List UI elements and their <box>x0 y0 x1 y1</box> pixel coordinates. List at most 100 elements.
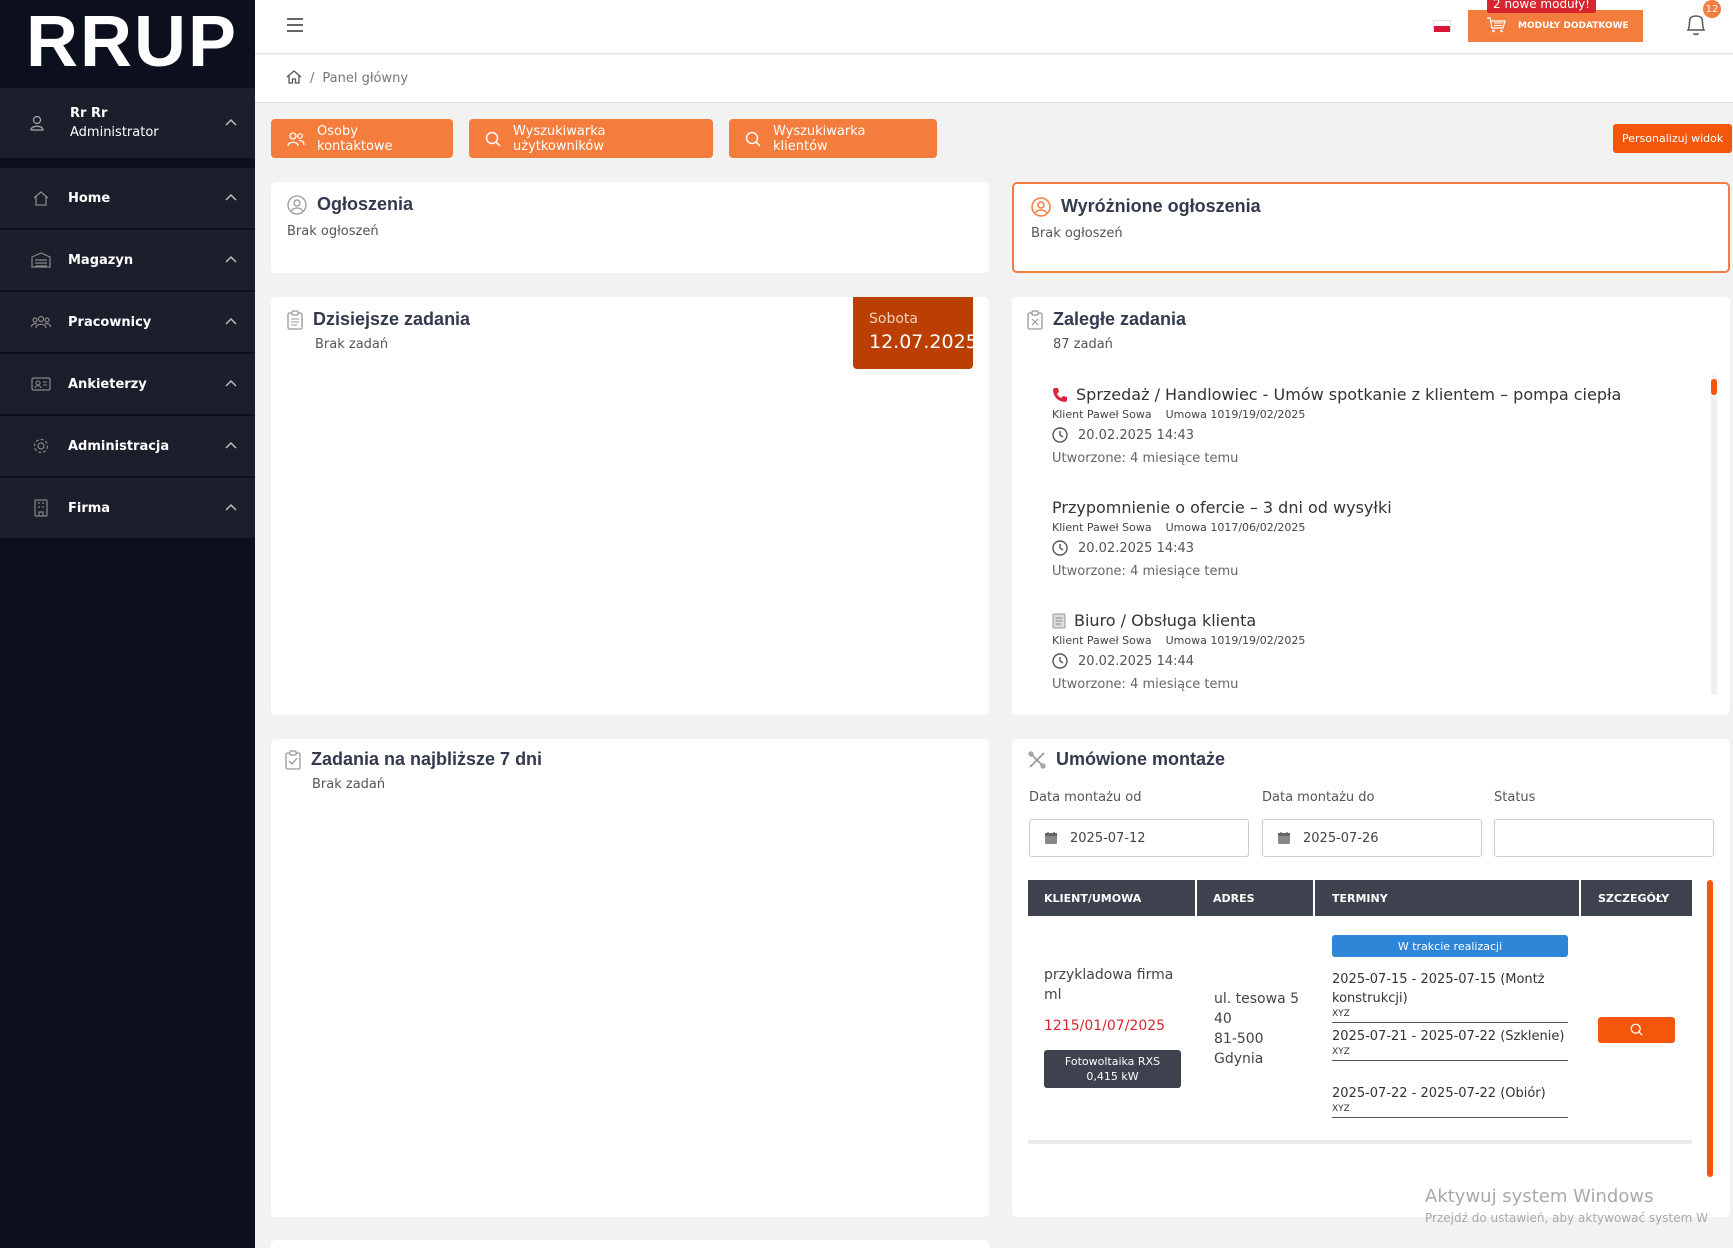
overdue-task-item[interactable]: Przypomnienie o ofercie – 3 dni od wysył… <box>1052 498 1392 579</box>
client-search-button[interactable]: Wyszukiwarka klientów <box>729 119 937 158</box>
task-datetime: 20.02.2025 14:43 <box>1078 540 1195 556</box>
sidebar-item-label: Ankieterzy <box>68 376 147 392</box>
calendar-icon <box>1044 831 1058 845</box>
users-icon <box>30 314 52 330</box>
home-breadcrumb-icon[interactable] <box>286 69 302 88</box>
hamburger-menu-icon[interactable] <box>287 18 303 32</box>
week-tasks-empty: Brak zadań <box>312 777 386 792</box>
column-header-client: KLIENT/UMOWA <box>1044 891 1142 905</box>
task-contract: Umowa 1019/19/02/2025 <box>1165 408 1306 421</box>
chevron-up-icon <box>225 317 237 325</box>
user-circle-icon <box>1031 196 1051 217</box>
overdue-tasks-card: Zaległe zadania 87 zadań Sprzedaż / Hand… <box>1012 297 1730 715</box>
next-card <box>271 1240 989 1248</box>
chevron-up-icon <box>225 503 237 511</box>
today-tasks-empty: Brak zadań <box>315 337 389 352</box>
overdue-task-item[interactable]: Sprzedaż / Handlowiec - Umów spotkanie z… <box>1052 385 1621 466</box>
today-date: 12.07.2025 <box>869 331 978 353</box>
task-title: Sprzedaż / Handlowiec - Umów spotkanie z… <box>1076 385 1622 404</box>
sidebar-item-label: Magazyn <box>68 252 134 268</box>
sidebar-item-label: Firma <box>68 500 111 516</box>
task-created: Utworzone: 4 miesiące temu <box>1052 451 1239 466</box>
sidebar-item-magazyn[interactable]: Magazyn <box>0 230 255 290</box>
sidebar-item-ankieterzy[interactable]: Ankieterzy <box>0 354 255 414</box>
chevron-up-icon <box>225 441 237 449</box>
overdue-scrollbar-thumb[interactable] <box>1711 379 1717 395</box>
windows-activation-watermark: Aktywuj system Windows Przejdź do ustawi… <box>1425 1186 1708 1225</box>
date-from-value: 2025-07-12 <box>1070 830 1146 846</box>
sidebar-item-firma[interactable]: Firma <box>0 478 255 538</box>
column-header-terms: TERMINY <box>1332 891 1388 905</box>
overdue-scrollbar[interactable] <box>1711 375 1717 695</box>
app-logo[interactable]: RRUP <box>0 0 255 84</box>
today-date-badge: Sobota 12.07.2025 <box>853 297 978 369</box>
overdue-task-item[interactable]: Biuro / Obsługa klienta Klient Paweł Sow… <box>1052 611 1319 692</box>
status-select[interactable] <box>1494 819 1714 857</box>
row-address: ul. tesowa 5 40 81-500 Gdynia <box>1214 989 1299 1069</box>
date-from-input[interactable]: 2025-07-12 <box>1029 819 1249 857</box>
contacts-icon <box>287 131 305 147</box>
column-header-address: ADRES <box>1213 891 1255 905</box>
row-details-button[interactable] <box>1598 1017 1675 1043</box>
product-power: 0,415 kW <box>1086 1070 1139 1083</box>
gear-icon <box>30 437 52 455</box>
personalize-view-button[interactable]: Personalizuj widok <box>1613 124 1733 153</box>
watermark-line1: Aktywuj system Windows <box>1425 1186 1654 1207</box>
product-name: Fotowoltaika RXS <box>1064 1055 1161 1068</box>
featured-title: Wyróżnione ogłoszenia <box>1061 196 1261 216</box>
sidebar-item-label: Administracja <box>68 438 170 454</box>
overdue-count: 87 zadań <box>1053 337 1113 352</box>
warehouse-icon <box>30 252 52 268</box>
task-datetime: 20.02.2025 14:43 <box>1078 427 1195 443</box>
sidebar-item-administracja[interactable]: Administracja <box>0 416 255 476</box>
contacts-label: Osoby kontaktowe <box>317 123 393 154</box>
sidebar-item-pracownicy[interactable]: Pracownicy <box>0 292 255 352</box>
user-circle-icon <box>287 194 307 215</box>
additional-modules-button[interactable]: MODUŁY DODATKOWE <box>1468 10 1643 42</box>
clock-icon <box>1052 427 1068 443</box>
today-day: Sobota <box>869 311 918 327</box>
installations-scrollbar-thumb[interactable] <box>1707 880 1713 1177</box>
row-contract-link[interactable]: 1215/01/07/2025 <box>1044 1018 1165 1034</box>
chevron-up-icon <box>225 379 237 387</box>
task-created: Utworzone: 4 miesiące temu <box>1052 564 1239 579</box>
sidebar: RRUP Rr Rr Administrator Home Magazyn Pr… <box>0 0 255 1248</box>
sidebar-item-label: Home <box>68 190 111 206</box>
new-modules-badge: 2 nowe moduły! <box>1487 0 1596 13</box>
task-client: Klient Paweł Sowa <box>1052 634 1152 647</box>
task-title: Biuro / Obsługa klienta <box>1074 611 1257 630</box>
term-note: XYZ <box>1332 1008 1568 1023</box>
date-to-label: Data montażu do <box>1262 790 1375 805</box>
user-search-button[interactable]: Wyszukiwarka użytkowników <box>469 119 713 158</box>
search-icon <box>485 131 501 147</box>
calendar-icon <box>1277 831 1291 845</box>
user-name: Rr Rr <box>70 106 108 121</box>
table-horizontal-scrollbar[interactable] <box>1028 1140 1692 1144</box>
additional-modules-label: MODUŁY DODATKOWE <box>1518 21 1629 31</box>
task-client: Klient Paweł Sowa <box>1052 521 1152 534</box>
address-city: Gdynia <box>1214 1051 1264 1067</box>
chevron-up-icon <box>225 118 237 126</box>
user-search-label: Wyszukiwarka użytkowników <box>513 123 606 154</box>
clipboard-x-icon <box>1027 309 1043 330</box>
term-note: XYZ <box>1332 1046 1568 1061</box>
language-flag-icon[interactable] <box>1433 20 1451 32</box>
sidebar-item-home[interactable]: Home <box>0 168 255 228</box>
sidebar-item-label: Pracownicy <box>68 314 152 330</box>
clock-icon <box>1052 653 1068 669</box>
contacts-button[interactable]: Osoby kontaktowe <box>271 119 453 158</box>
chevron-up-icon <box>225 193 237 201</box>
featured-empty: Brak ogłoszeń <box>1031 226 1123 241</box>
featured-announcements-card: Wyróżnione ogłoszenia Brak ogłoszeń <box>1012 182 1730 273</box>
search-icon <box>745 131 761 147</box>
date-to-input[interactable]: 2025-07-26 <box>1262 819 1482 857</box>
row-client-name: przykladowa firma ml <box>1044 967 1174 1003</box>
term-item: 2025-07-15 - 2025-07-15 (Montż konstrukc… <box>1332 970 1568 1023</box>
building-icon <box>30 499 52 517</box>
user-menu[interactable]: Rr Rr Administrator <box>0 88 255 158</box>
task-contract: Umowa 1017/06/02/2025 <box>1165 521 1306 534</box>
term-note: XYZ <box>1332 1103 1568 1118</box>
task-datetime: 20.02.2025 14:44 <box>1078 653 1195 669</box>
watermark-line2: Przejdź do ustawień, aby aktywować syste… <box>1425 1211 1708 1225</box>
task-created: Utworzone: 4 miesiące temu <box>1052 677 1239 692</box>
